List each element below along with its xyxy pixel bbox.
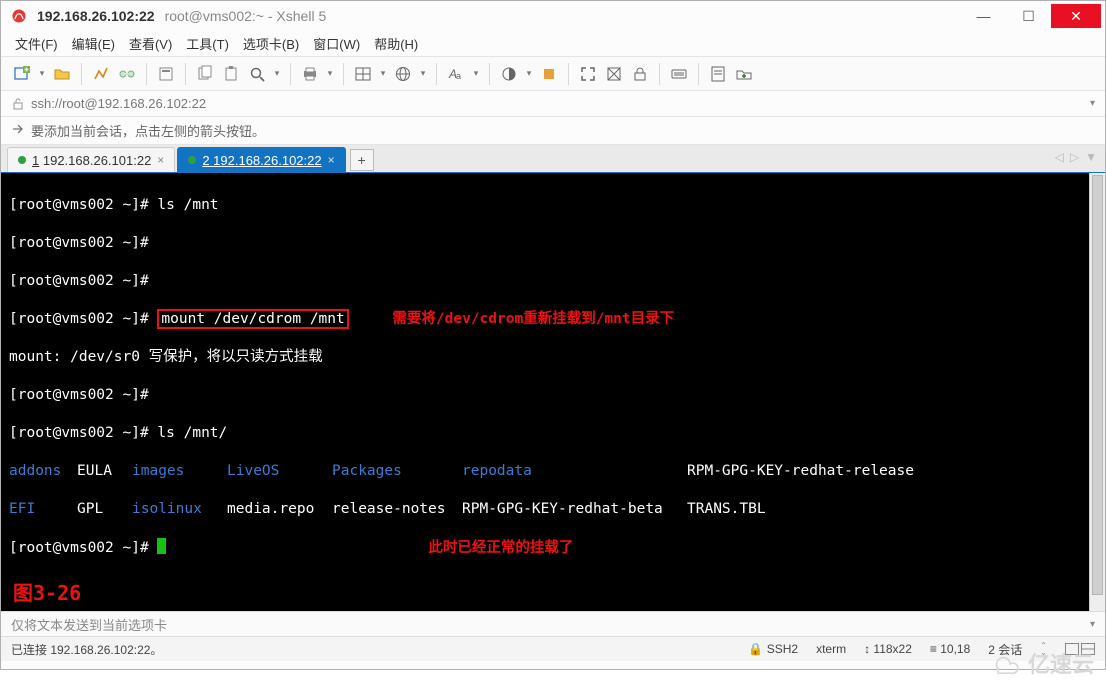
keyboard-icon[interactable] (668, 63, 690, 85)
paste-icon[interactable] (220, 63, 242, 85)
send-dd[interactable]: ▾ (1090, 619, 1095, 630)
new-session-icon[interactable] (11, 63, 33, 85)
tab-label: 192.168.26.102:22 (213, 153, 321, 168)
address-text[interactable]: ssh://root@192.168.26.102:22 (31, 96, 206, 111)
layout-icon[interactable] (352, 63, 374, 85)
status-dot-icon (188, 156, 196, 164)
toolbar: ▾ ▾ ▾ ▾ ▾ Aa ▾ ▾ (1, 57, 1105, 91)
xftp-icon[interactable] (733, 63, 755, 85)
resize-icon: ↕ (864, 642, 870, 656)
lock-open-icon (11, 97, 25, 111)
disconnect-icon[interactable] (116, 63, 138, 85)
tab-bar: 1 192.168.26.101:22 × 2 192.168.26.102:2… (1, 145, 1105, 173)
annotation-1: 需要将/dev/cdrom重新挂载到/mnt目录下 (392, 311, 674, 327)
hint-arrow-icon[interactable] (11, 122, 25, 139)
copy-icon[interactable] (194, 63, 216, 85)
font-icon[interactable]: Aa (445, 63, 467, 85)
tab-prev-icon[interactable]: ◁ (1055, 150, 1064, 164)
terminal[interactable]: [root@vms002 ~]# ls /mnt [root@vms002 ~]… (1, 173, 1089, 611)
menu-tools[interactable]: 工具(T) (186, 34, 229, 53)
print-icon[interactable] (299, 63, 321, 85)
window-subtitle: root@vms002:~ - Xshell 5 (165, 8, 327, 24)
tab-list-icon[interactable]: ▼ (1085, 150, 1097, 164)
tab-1[interactable]: 1 192.168.26.101:22 × (7, 147, 175, 172)
titlebar: 192.168.26.102:22 root@vms002:~ - Xshell… (1, 1, 1105, 31)
tab-label: 192.168.26.101:22 (43, 153, 151, 168)
menu-window[interactable]: 窗口(W) (313, 34, 360, 53)
session-stepper[interactable]: ⌃⌄ (1040, 642, 1047, 656)
status-sessions: 2 会话 (988, 641, 1022, 658)
tab-index: 2 (202, 153, 209, 168)
menu-file[interactable]: 文件(F) (15, 34, 58, 53)
font-dd[interactable]: ▾ (471, 68, 481, 79)
hint-bar: 要添加当前会话，点击左侧的箭头按钮。 (1, 117, 1105, 145)
tab-nav: ◁ ▷ ▼ (1055, 150, 1097, 164)
address-dd[interactable]: ▾ (1090, 98, 1095, 109)
window-controls: — ☐ ✕ (961, 4, 1101, 28)
search-dd[interactable]: ▾ (272, 68, 282, 79)
status-ssh: SSH2 (767, 642, 798, 656)
figure-label: 图3-26 (13, 584, 81, 603)
highlighted-command: mount /dev/cdrom /mnt (157, 309, 348, 329)
terminal-scrollbar[interactable] (1089, 173, 1105, 611)
fullscreen-icon[interactable] (577, 63, 599, 85)
print-dd[interactable]: ▾ (325, 68, 335, 79)
address-bar: ssh://root@192.168.26.102:22 ▾ (1, 91, 1105, 117)
annotation-2: 此时已经正常的挂载了 (428, 540, 573, 556)
tab-2-active[interactable]: 2 192.168.26.102:22 × (177, 147, 345, 172)
properties-icon[interactable] (155, 63, 177, 85)
color-dd[interactable]: ▾ (524, 68, 534, 79)
status-size: 118x22 (873, 642, 911, 656)
menubar: 文件(F) 编辑(E) 查看(V) 工具(T) 选项卡(B) 窗口(W) 帮助(… (1, 31, 1105, 57)
encoding-icon[interactable] (392, 63, 414, 85)
tab-close-icon[interactable]: × (328, 153, 335, 167)
new-session-dd[interactable]: ▾ (37, 68, 47, 79)
status-term: xterm (816, 642, 846, 656)
status-bar: 已连接 192.168.26.102:22。 🔒 SSH2 xterm ↕ 11… (1, 637, 1105, 661)
close-button[interactable]: ✕ (1051, 4, 1101, 28)
color-scheme-icon[interactable] (498, 63, 520, 85)
lock-icon[interactable] (629, 63, 651, 85)
menu-view[interactable]: 查看(V) (129, 34, 172, 53)
script-icon[interactable] (707, 63, 729, 85)
terminal-area: [root@vms002 ~]# ls /mnt [root@vms002 ~]… (1, 173, 1105, 611)
reconnect-icon[interactable] (90, 63, 112, 85)
menu-tabs[interactable]: 选项卡(B) (243, 34, 299, 53)
lock-small-icon: 🔒 (748, 642, 763, 656)
maximize-button[interactable]: ☐ (1006, 4, 1051, 28)
pane-buttons[interactable] (1065, 643, 1095, 655)
tab-add-button[interactable]: + (350, 149, 374, 171)
status-dot-icon (18, 156, 26, 164)
search-icon[interactable] (246, 63, 268, 85)
app-window: 192.168.26.102:22 root@vms002:~ - Xshell… (0, 0, 1106, 670)
window-title: 192.168.26.102:22 (37, 8, 155, 24)
minimize-button[interactable]: — (961, 4, 1006, 28)
status-connection: 已连接 192.168.26.102:22。 (11, 641, 162, 658)
scrollbar-thumb[interactable] (1092, 175, 1103, 595)
menu-help[interactable]: 帮助(H) (374, 34, 418, 53)
tab-close-icon[interactable]: × (157, 153, 164, 167)
highlight-icon[interactable] (538, 63, 560, 85)
send-placeholder: 仅将文本发送到当前选项卡 (11, 615, 167, 634)
app-icon (11, 8, 27, 24)
tab-index: 1 (32, 153, 39, 168)
encoding-dd[interactable]: ▾ (418, 68, 428, 79)
status-pos: 10,18 (940, 642, 970, 656)
hint-text: 要添加当前会话，点击左侧的箭头按钮。 (31, 121, 265, 140)
open-session-icon[interactable] (51, 63, 73, 85)
menu-edit[interactable]: 编辑(E) (72, 34, 115, 53)
tab-next-icon[interactable]: ▷ (1070, 150, 1079, 164)
svg-text:a: a (456, 71, 461, 81)
layout-dd[interactable]: ▾ (378, 68, 388, 79)
send-bar[interactable]: 仅将文本发送到当前选项卡 ▾ (1, 611, 1105, 637)
cursor (157, 538, 166, 554)
transparency-icon[interactable] (603, 63, 625, 85)
